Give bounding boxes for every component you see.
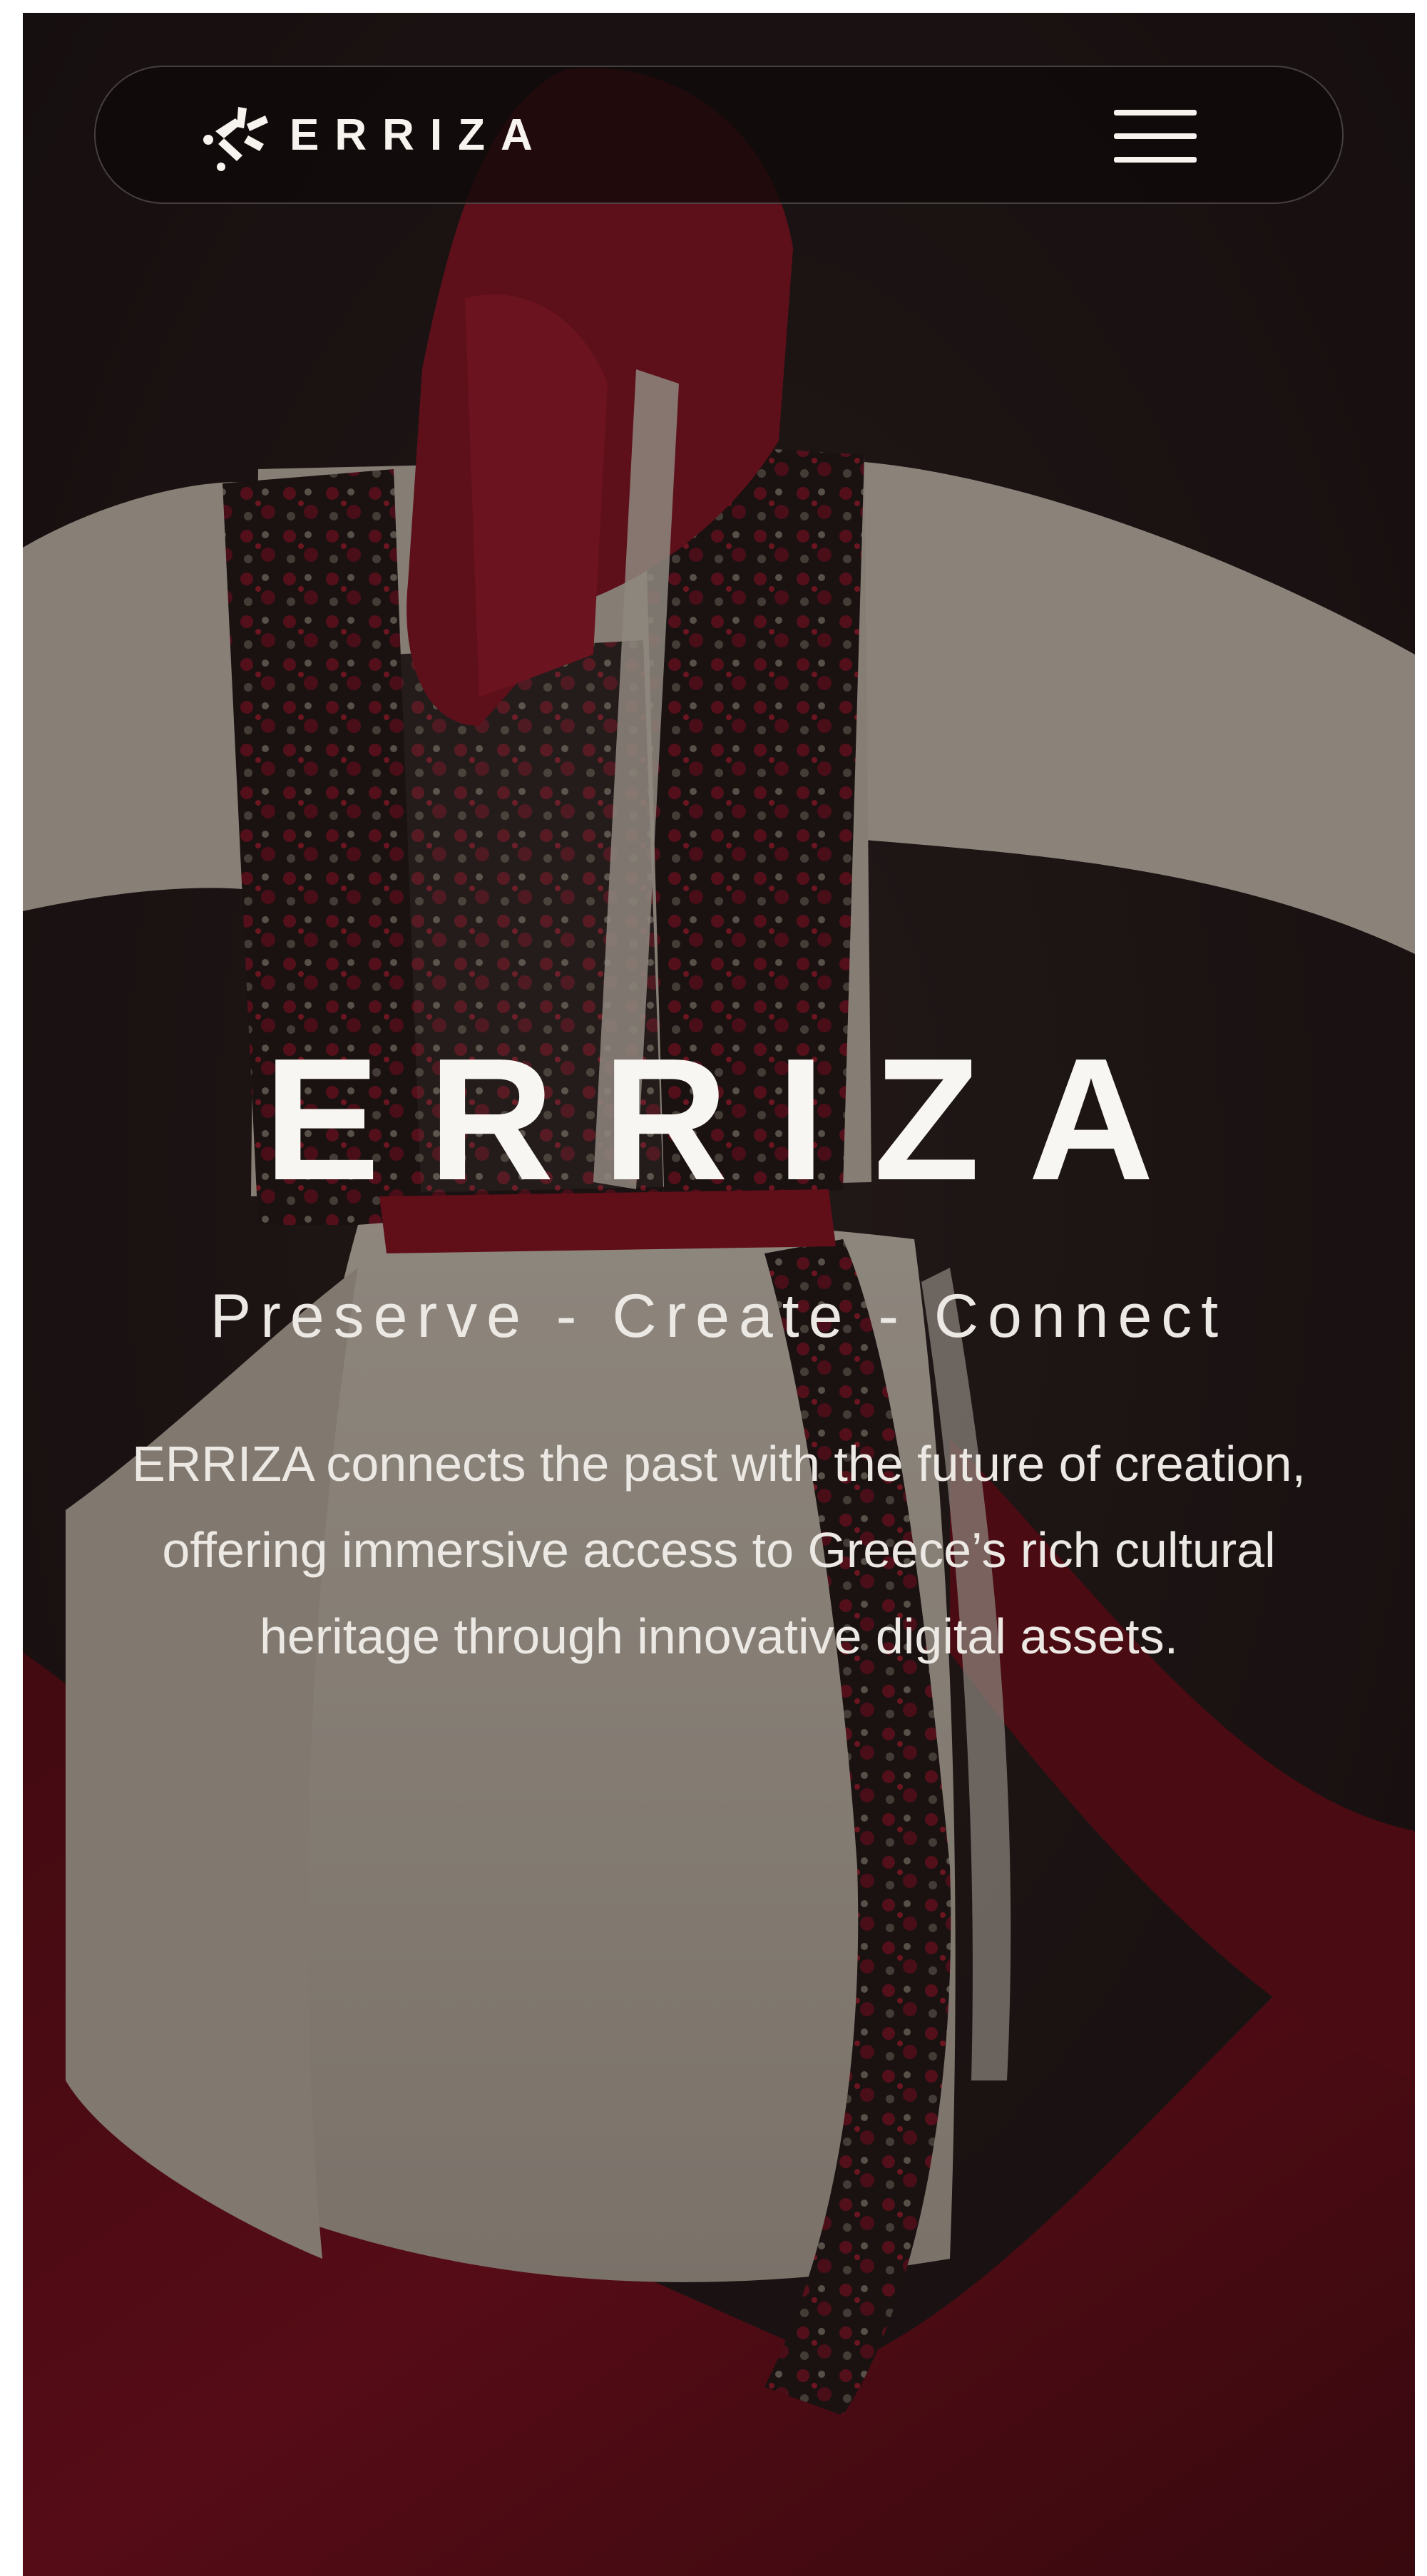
hamburger-menu-icon[interactable] <box>1114 110 1197 163</box>
brand-name: ERRIZA <box>290 111 548 160</box>
hero-description: ERRIZA connects the past with the future… <box>132 1436 1306 1664</box>
hero-tagline: Preserve - Create - Connect <box>210 1282 1228 1350</box>
hero-title: ERRIZA <box>263 1022 1203 1216</box>
mobile-viewport: ERRIZA ERRIZA Preserve - Create - Connec… <box>23 13 1415 2576</box>
erriza-star-logo-icon <box>203 107 268 171</box>
top-navbar: ERRIZA <box>94 66 1344 204</box>
brand-logo-link[interactable]: ERRIZA <box>203 98 548 173</box>
